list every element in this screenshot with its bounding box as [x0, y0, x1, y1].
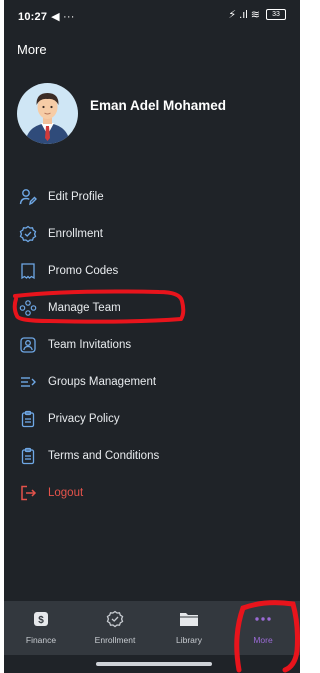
page-title: More: [17, 42, 47, 57]
menu-item-privacy-policy[interactable]: Privacy Policy: [4, 404, 300, 434]
invitation-icon: [18, 335, 38, 355]
menu-item-label: Terms and Conditions: [48, 450, 160, 462]
menu-item-team-invitations[interactable]: Team Invitations: [4, 330, 300, 360]
nav-label: Enrollment: [94, 635, 136, 645]
menu-item-label: Edit Profile: [48, 191, 104, 203]
nav-tab-enrollment[interactable]: Enrollment: [78, 601, 152, 655]
menu-item-promo-codes[interactable]: Promo Codes: [4, 256, 300, 286]
battery-icon: 33: [266, 9, 286, 20]
menu-item-label: Privacy Policy: [48, 413, 120, 425]
ticket-icon: [18, 261, 38, 281]
home-indicator[interactable]: [96, 662, 212, 666]
menu-item-label: Logout: [48, 487, 84, 499]
annotation-highlight-manage-team: [12, 289, 186, 324]
menu-item-label: Promo Codes: [48, 265, 119, 277]
status-time: 10:27 ◀ ···: [18, 11, 75, 23]
app-screen: 10:27 ◀ ··· ⚡ .ıl ≋ 33 More Eman Adel Moh…: [4, 0, 300, 673]
user-edit-icon: [18, 187, 38, 207]
status-bar: 10:27 ◀ ··· ⚡ .ıl ≋ 33: [4, 0, 300, 30]
menu-item-label: Enrollment: [48, 228, 103, 240]
groups-icon: [18, 372, 38, 392]
clipboard-icon: [18, 409, 38, 429]
menu-item-edit-profile[interactable]: Edit Profile: [4, 182, 300, 212]
menu-item-label: Groups Management: [48, 376, 157, 388]
check-badge-icon: [18, 224, 38, 244]
logout-icon: [18, 483, 38, 503]
signal-wifi-icons: ⚡ .ıl ≋: [228, 9, 260, 21]
menu-item-groups-management[interactable]: Groups Management: [4, 367, 300, 397]
clipboard-icon: [18, 446, 38, 466]
nav-label: Library: [176, 635, 202, 645]
check-badge-icon: [105, 609, 125, 629]
status-icons: ⚡ .ıl ≋ 33: [228, 8, 286, 21]
svg-text:$: $: [38, 615, 44, 626]
profile-name: Eman Adel Mohamed: [90, 98, 227, 113]
avatar[interactable]: [17, 83, 78, 144]
dollar-icon: $: [31, 609, 51, 629]
menu-item-logout[interactable]: Logout: [4, 478, 300, 508]
status-notification-icons: ◀ ···: [51, 11, 75, 23]
nav-label: Finance: [25, 635, 57, 645]
folder-icon: [179, 609, 199, 629]
annotation-highlight-more-tab: [234, 600, 300, 673]
menu-item-label: Team Invitations: [48, 339, 132, 351]
nav-tab-finance[interactable]: $ Finance: [4, 601, 78, 655]
menu-item-enrollment[interactable]: Enrollment: [4, 219, 300, 249]
menu-item-terms-and-conditions[interactable]: Terms and Conditions: [4, 441, 300, 471]
nav-tab-library[interactable]: Library: [152, 601, 226, 655]
